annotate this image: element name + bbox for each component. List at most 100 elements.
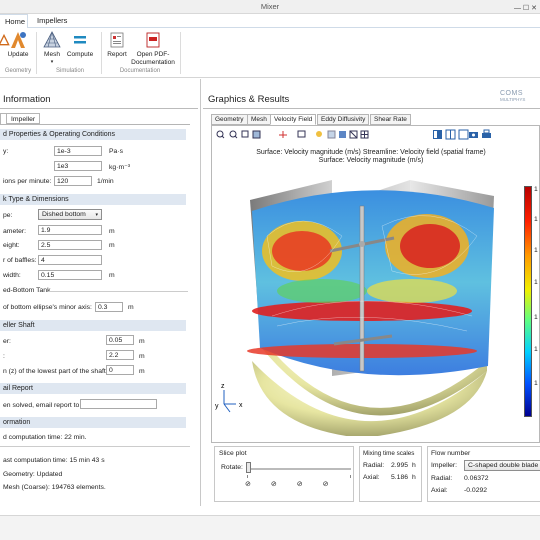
update-button[interactable]: Update [4, 31, 32, 59]
dished-subsection-title: ed-Bottom Tank [3, 287, 51, 294]
colorbar-tick: 1 [534, 216, 538, 223]
view-icon[interactable] [297, 130, 306, 138]
geometry-status-text: Geometry: Updated [3, 471, 63, 478]
section-email-header[interactable]: ail Report [0, 383, 186, 394]
pdf-label-line1: Open PDF- [136, 51, 170, 58]
panel-left-icon[interactable] [433, 130, 442, 139]
colorbar-tick: 1 [534, 186, 538, 193]
tab-velocity-field[interactable]: Velocity Field [270, 114, 317, 125]
tank-type-select[interactable]: Dished bottom ▾ [38, 209, 102, 220]
tab-home[interactable]: Home [0, 14, 28, 28]
camera-icon[interactable] [469, 132, 478, 138]
zoom-out-icon[interactable] [229, 130, 238, 139]
section-tank-header[interactable]: k Type & Dimensions [0, 194, 186, 205]
compute-button[interactable]: Compute [66, 31, 94, 59]
velocity-region [400, 224, 460, 268]
graphics-results-heading: Graphics & Results [208, 94, 290, 105]
density-field[interactable]: 1e3 [54, 161, 102, 171]
mixing-axial-value: 5.186 [391, 474, 409, 481]
tab-impellers[interactable]: Impellers [31, 14, 73, 28]
report-button[interactable]: Report [104, 31, 130, 59]
minor-axis-field[interactable]: 0.3 [95, 302, 123, 312]
rotate-slider-ticks [247, 475, 351, 478]
velocity-field-plot[interactable]: y z x [212, 166, 512, 436]
transparency-icon[interactable] [327, 130, 336, 139]
height-unit: m [109, 242, 115, 249]
mesh-icon [43, 31, 61, 48]
rpm-label: ions per minute: [3, 178, 52, 185]
baffle-width-label: width: [3, 272, 21, 279]
shaft-diameter-field[interactable]: 0.05 [106, 335, 134, 345]
viscosity-field[interactable]: 1e-3 [54, 146, 102, 156]
tab-geometry[interactable]: Geometry [211, 114, 248, 125]
shaft-length-field[interactable]: 2.2 [106, 350, 134, 360]
group-geometry-label: Geometry [4, 68, 32, 74]
zoom-extents-icon[interactable] [252, 130, 261, 139]
colorbar [524, 186, 532, 417]
tab-shear-rate[interactable]: Shear Rate [370, 114, 411, 125]
pane-divider[interactable] [200, 79, 201, 506]
tab-eddy-diffusivity[interactable]: Eddy Diffusivity [317, 114, 370, 125]
baffle-width-field[interactable]: 0.15 [38, 270, 102, 280]
wireframe-icon[interactable] [349, 130, 358, 139]
grid-icon[interactable] [360, 130, 369, 139]
mixing-axial-unit: h [412, 474, 416, 481]
email-field[interactable] [80, 399, 157, 409]
shaft-position-field[interactable]: 0 [106, 365, 134, 375]
panel-split-icon[interactable] [445, 129, 456, 140]
slice-plot-panel: Slice plot Rotate: ⊘⊘⊘⊘ [214, 446, 354, 502]
impeller-shaft [359, 205, 365, 372]
render-icon[interactable] [339, 131, 346, 138]
flow-number-panel: Flow number Impeller: C-shaped double bl… [427, 446, 540, 502]
divider [0, 446, 190, 447]
comsol-logo-line1: COMS [500, 90, 523, 97]
window-title: Mixer [260, 2, 280, 11]
section-shaft-header[interactable]: eller Shaft [0, 320, 186, 331]
axis-y-label: y [215, 403, 219, 410]
plot-title-line1: Surface: Velocity magnitude (m/s) Stream… [256, 149, 486, 156]
density-unit: kg·m⁻³ [109, 164, 130, 171]
mesh-button[interactable]: Mesh ▾ [39, 31, 65, 66]
diameter-field[interactable]: 1.9 [38, 225, 102, 235]
zoom-in-icon[interactable] [216, 130, 225, 139]
impeller-select[interactable]: C-shaped double blade [464, 460, 540, 471]
compute-label: Compute [66, 51, 94, 58]
mesh-dropdown-icon[interactable]: ▾ [39, 59, 65, 67]
colorbar-tick: 1 [534, 346, 538, 353]
estimated-time-text: d computation time: 22 min. [3, 434, 87, 441]
pdf-label-line2: Documentation [131, 58, 175, 66]
baffles-field[interactable]: 4 [38, 255, 102, 265]
minor-axis-label: of bottom ellipse's minor axis: [3, 304, 92, 311]
tab-impeller[interactable]: Impeller [6, 113, 41, 124]
rpm-unit: 1/min [97, 178, 114, 185]
rpm-field[interactable]: 120 [54, 176, 92, 186]
colorbar-tick: 1 [534, 247, 538, 254]
scene-light-icon[interactable] [316, 131, 322, 137]
diameter-unit: m [109, 228, 115, 235]
rotate-preset-icons[interactable]: ⊘⊘⊘⊘ [245, 480, 355, 488]
mixing-time-panel: Mixing time scales Radial: 2.995 h Axial… [359, 446, 422, 502]
section-properties-header[interactable]: d Properties & Operating Conditions [0, 129, 186, 140]
plot-title-line2: Surface: Velocity magnitude (m/s) [318, 157, 424, 164]
impeller-select-value: C-shaped double blade [468, 462, 539, 469]
impeller-hub [359, 241, 365, 247]
axis-orientation-icon[interactable] [279, 131, 287, 138]
tab-mesh[interactable]: Mesh [247, 114, 271, 125]
print-icon[interactable] [482, 129, 491, 138]
height-field[interactable]: 2.5 [38, 240, 102, 250]
rotate-slider-track[interactable] [247, 468, 351, 470]
mixing-radial-unit: h [412, 462, 416, 469]
open-pdf-documentation-button[interactable]: Open PDF- Documentation [130, 31, 176, 66]
panel-full-icon[interactable] [458, 129, 469, 140]
graphics-toolbar [216, 129, 491, 140]
impeller-label: Impeller: [431, 462, 458, 469]
status-bar [0, 515, 540, 540]
section-information-header[interactable]: ormation [0, 417, 186, 428]
divider [203, 108, 540, 109]
information-heading: Information [3, 94, 51, 105]
divider [0, 108, 198, 109]
divider [48, 291, 188, 292]
chevron-down-icon: ▾ [95, 212, 98, 218]
rotate-slider-thumb[interactable] [246, 462, 251, 473]
zoom-box-icon[interactable] [241, 130, 249, 138]
